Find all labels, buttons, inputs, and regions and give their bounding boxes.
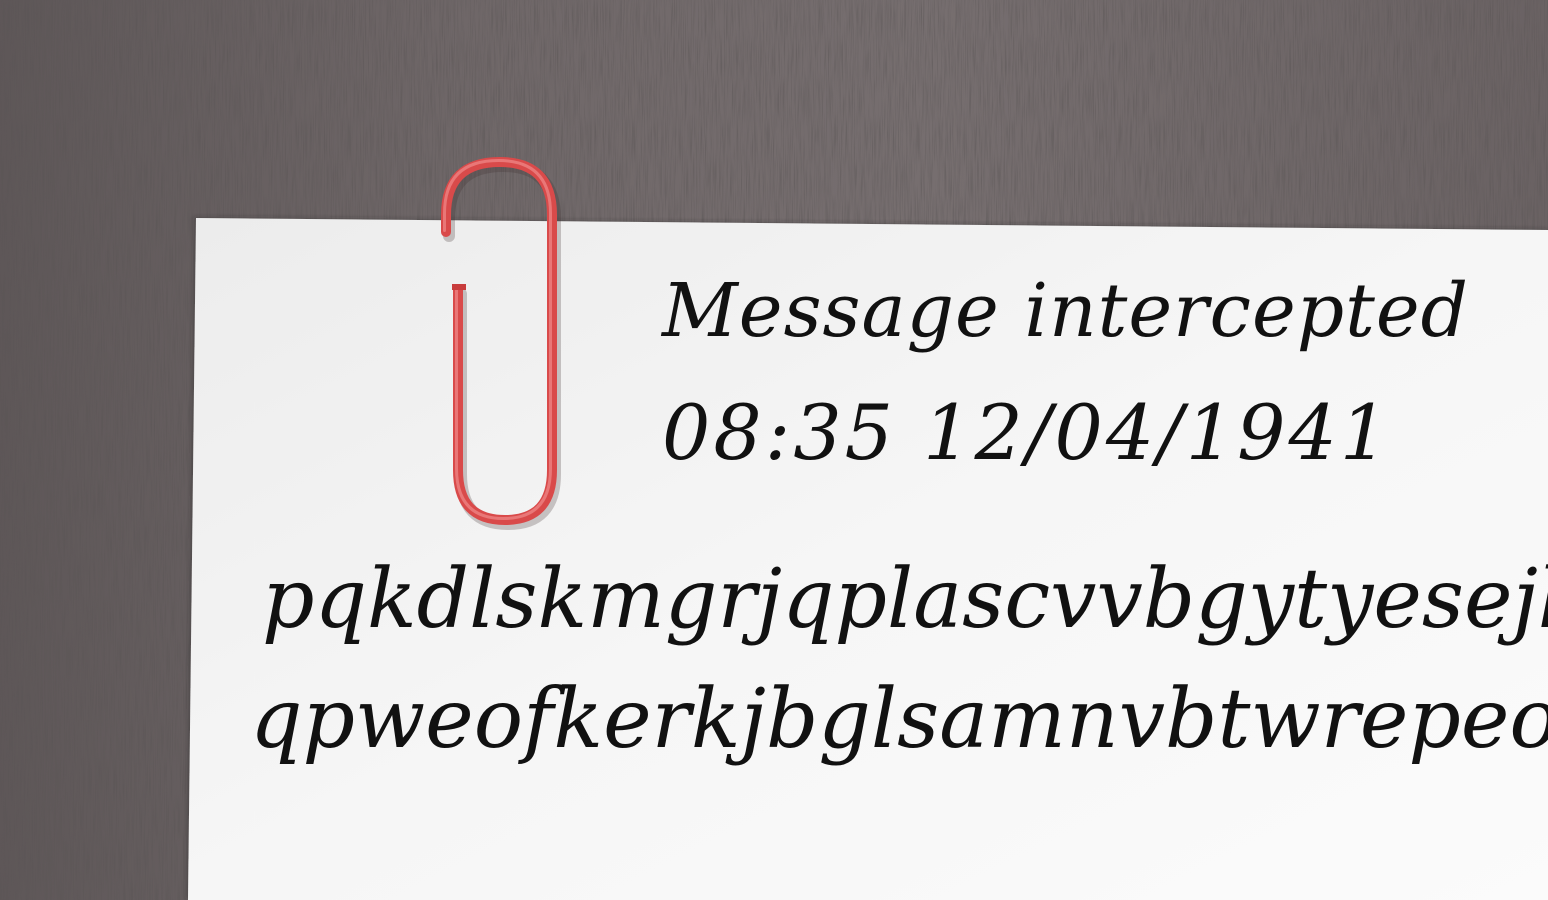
photo-scene: Message intercepted 08:35 12/04/1941 pqk… bbox=[0, 0, 1548, 900]
cipher-text-line-2: qpweofkerkjbglsamnvbtwrepeoth bbox=[250, 672, 1548, 767]
note-timestamp-line: 08:35 12/04/1941 bbox=[662, 388, 1392, 477]
cipher-text-line-1: pqkdlskmgrjqplascvvbgytyesejklv bbox=[262, 552, 1548, 647]
note-title-line: Message intercepted bbox=[662, 268, 1470, 354]
